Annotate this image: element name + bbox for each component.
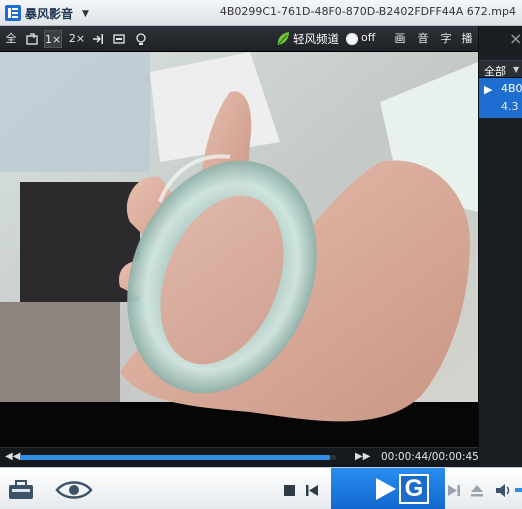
subtitle-settings-button[interactable]: 字 [439, 30, 453, 48]
volume-icon[interactable] [495, 483, 511, 498]
time-display: 00:00:44/00:00:45 [381, 451, 479, 463]
chevron-down-icon: ▼ [513, 65, 520, 74]
snap-icon [93, 34, 103, 44]
stop-icon[interactable] [284, 485, 295, 496]
playlist-filter-dropdown[interactable]: 全部 ▼ [479, 60, 522, 78]
picture-settings-button[interactable]: 画 [393, 30, 407, 48]
control-bar: G [0, 467, 522, 509]
play-icon [376, 478, 396, 500]
app-name[interactable]: 暴风影音 [25, 5, 73, 22]
brand-logo: G [399, 474, 429, 504]
light-channel-label: 轻风频道 [293, 32, 339, 46]
volume-slider[interactable] [515, 488, 522, 492]
size-2x-button[interactable]: 2× [68, 30, 86, 48]
eye-icon[interactable] [55, 480, 93, 500]
audio-settings-button[interactable]: 音 [416, 30, 430, 48]
now-playing-icon: ▶ [484, 83, 493, 96]
toolbox-icon[interactable] [8, 479, 34, 501]
progress-fill [20, 455, 330, 460]
toolbar: 全 1× 2× 轻风频道 off 画 音 字 播 [0, 26, 478, 52]
toggle-state-label: off [361, 31, 376, 44]
toggle-knob[interactable] [346, 33, 358, 45]
playlist-panel: × 全部 ▼ ▶ 4B0 4.3 [478, 26, 522, 509]
prev-icon[interactable] [305, 484, 319, 497]
rewind-icon[interactable]: ◀◀ [5, 451, 20, 462]
fullscreen-button[interactable]: 全 [4, 30, 18, 48]
playback-settings-button[interactable]: 播 [460, 30, 474, 48]
title-bar: 暴风影音 ▼ 4B0299C1-761D-48F0-870D-B2402FDFF… [0, 0, 522, 26]
fullscreen-icon [113, 34, 125, 44]
leaf-icon [277, 32, 289, 45]
fast-forward-icon[interactable]: ▶▶ [355, 451, 370, 462]
bulb-icon [136, 32, 146, 45]
light-button[interactable] [134, 30, 148, 48]
compact-mode-button[interactable] [24, 30, 40, 48]
playlist-item[interactable]: ▶ 4B0 4.3 [479, 78, 522, 118]
snap-button[interactable] [91, 30, 105, 48]
progress-track[interactable] [20, 455, 336, 460]
app-logo-icon[interactable] [4, 4, 22, 22]
playlist-filter-label: 全部 [484, 65, 506, 78]
app-menu-chevron-icon[interactable]: ▼ [82, 9, 89, 19]
compact-mode-icon [26, 33, 38, 45]
size-1x-button[interactable]: 1× [44, 30, 62, 48]
screen-mode-button[interactable] [112, 30, 126, 48]
video-area[interactable] [0, 52, 478, 447]
sidebar-close-icon[interactable]: × [509, 29, 522, 48]
seek-bar: ◀◀ ▶▶ 00:00:44/00:00:45 [0, 447, 479, 467]
playlist-item-name: 4B0 [501, 82, 522, 95]
window-title: 4B0299C1-761D-48F0-870D-B2402FDFF44A 672… [219, 5, 516, 18]
video-frame-image [0, 52, 478, 447]
next-icon[interactable] [447, 484, 461, 497]
playlist-item-size: 4.3 [501, 100, 519, 113]
eject-icon[interactable] [470, 484, 484, 497]
